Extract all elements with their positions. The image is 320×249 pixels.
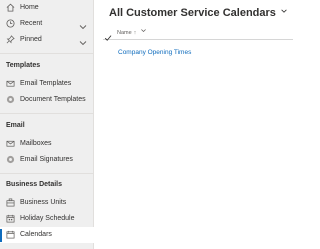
- section-title-templates: Templates: [6, 62, 41, 69]
- sidebar-divider: [0, 53, 94, 54]
- email-template-icon: [5, 78, 16, 89]
- view-selector[interactable]: All Customer Service Calendars: [109, 5, 288, 20]
- sidebar-divider: [0, 113, 94, 114]
- app-window: Home Recent Pinned Templates Email Templ…: [0, 0, 300, 249]
- sidebar-item-email-templates[interactable]: Email Templates: [0, 76, 94, 92]
- sidebar-item-label: Calendars: [20, 231, 52, 238]
- sidebar-item-label: Holiday Schedule: [20, 215, 75, 222]
- selection-indicator: [0, 229, 2, 242]
- sidebar-item-mailboxes[interactable]: Mailboxes: [0, 136, 94, 152]
- select-all-checkmark-icon[interactable]: [104, 29, 112, 41]
- sidebar-item-calendars[interactable]: Calendars: [0, 227, 94, 243]
- section-title-business-details: Business Details: [6, 181, 63, 188]
- sidebar-item-document-templates[interactable]: Document Templates: [0, 92, 94, 108]
- calendar-icon: [5, 229, 16, 240]
- sidebar-divider: [0, 173, 94, 174]
- chevron-down-icon: [280, 5, 288, 19]
- sidebar-item-pinned[interactable]: Pinned: [0, 32, 94, 48]
- sidebar-item-label: Document Templates: [20, 96, 86, 103]
- chevron-down-icon[interactable]: [78, 35, 88, 46]
- clock-icon: [5, 18, 16, 29]
- sidebar-item-label: Pinned: [20, 36, 42, 43]
- sidebar-item-label: Home: [20, 4, 39, 11]
- sidebar-item-label: Business Units: [20, 199, 67, 206]
- holiday-calendar-icon: [5, 213, 16, 224]
- pin-icon: [5, 34, 16, 45]
- sidebar: Home Recent Pinned Templates Email Templ…: [0, 0, 94, 249]
- sidebar-item-business-units[interactable]: Business Units: [0, 195, 94, 211]
- home-icon: [5, 2, 16, 13]
- column-header-label: Name: [117, 30, 132, 36]
- business-unit-icon: [5, 197, 16, 208]
- signature-icon: [5, 154, 16, 165]
- sidebar-item-email-signatures[interactable]: Email Signatures: [0, 152, 94, 168]
- sort-ascending-icon: ↑: [133, 30, 137, 36]
- table-row-name-link[interactable]: Company Opening Times: [118, 48, 191, 58]
- page-title: All Customer Service Calendars: [109, 7, 276, 19]
- section-title-email: Email: [6, 122, 25, 129]
- sidebar-item-recent[interactable]: Recent: [0, 16, 94, 32]
- sidebar-item-home[interactable]: Home: [0, 0, 94, 16]
- chevron-down-icon[interactable]: [78, 19, 88, 30]
- chevron-down-icon: [140, 27, 147, 39]
- sidebar-item-label: Email Templates: [20, 80, 72, 87]
- sidebar-item-label: Email Signatures: [20, 156, 73, 163]
- column-header-name[interactable]: Name ↑: [117, 27, 147, 39]
- sidebar-item-label: Recent: [20, 20, 43, 27]
- sidebar-item-label: Mailboxes: [20, 140, 52, 147]
- sidebar-item-holiday-schedule[interactable]: Holiday Schedule: [0, 211, 94, 227]
- grid-header: Name ↑: [103, 27, 293, 41]
- main-content: All Customer Service Calendars Name ↑ Com…: [95, 0, 300, 249]
- document-template-icon: [5, 94, 16, 105]
- mailbox-icon: [5, 138, 16, 149]
